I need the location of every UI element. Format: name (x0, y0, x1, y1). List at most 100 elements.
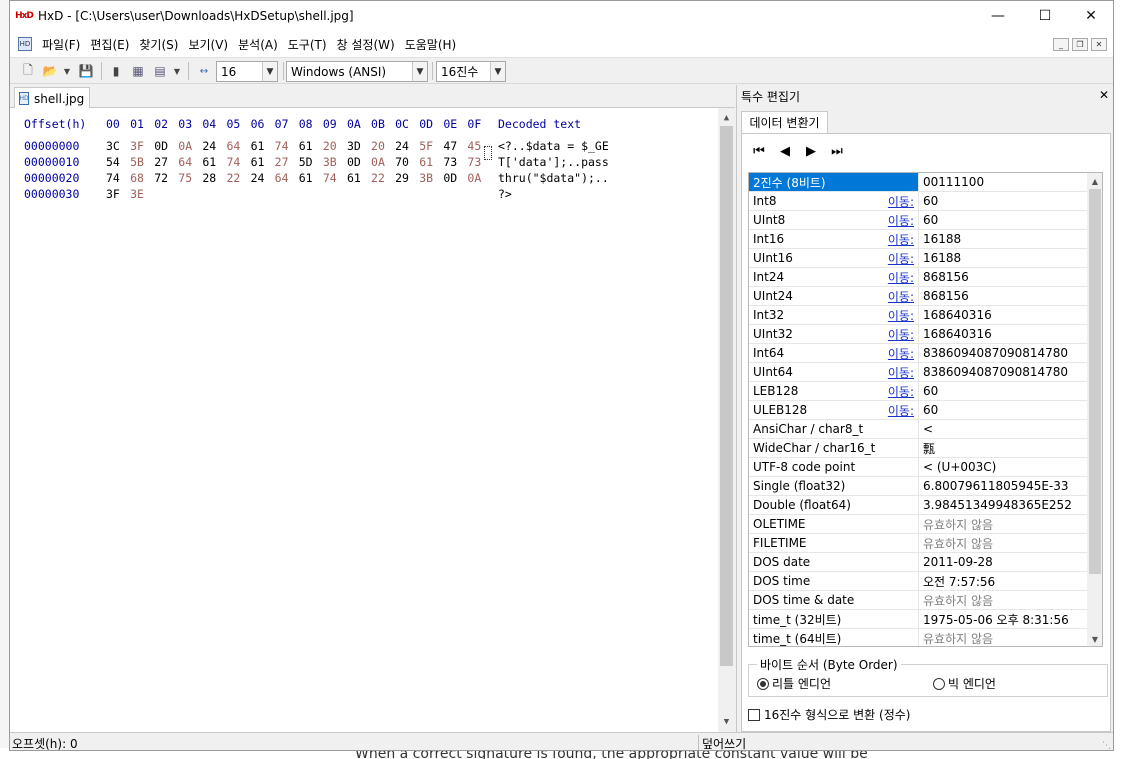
goto-link[interactable]: 이동: (888, 288, 914, 305)
inspector-value[interactable]: 168640316 (919, 306, 992, 324)
hex-byte[interactable]: 24 (251, 171, 275, 185)
chevron-down-icon[interactable]: ▼ (490, 62, 505, 81)
checkbox-icon[interactable] (748, 708, 760, 721)
hex-byte[interactable]: 3D (347, 139, 371, 153)
document-minimize-icon[interactable]: _ (1053, 38, 1069, 51)
scroll-down-icon[interactable]: ▼ (1087, 632, 1102, 646)
inspector-row[interactable]: Double (float64) 3.98451349948365E252 (749, 496, 1087, 515)
inspector-row[interactable]: 2진수 (8비트) 00111100 (749, 173, 1087, 192)
inspector-value[interactable]: < (U+003C) (919, 458, 996, 476)
hex-byte[interactable]: 74 (226, 155, 250, 169)
hex-byte[interactable]: 24 (202, 139, 226, 153)
hex-byte[interactable]: 5D (299, 155, 323, 169)
hex-byte[interactable]: 61 (299, 171, 323, 185)
inspector-value[interactable]: 6.80079611805945E-33 (919, 477, 1069, 495)
decoded-text[interactable]: ?> (498, 187, 512, 201)
goto-link[interactable]: 이동: (888, 250, 914, 267)
hex-byte[interactable]: 74 (106, 171, 130, 185)
document-restore-icon[interactable]: ❐ (1072, 38, 1088, 51)
inspector-value[interactable]: 오전 7:57:56 (919, 572, 995, 590)
radio-unselected-icon[interactable] (933, 677, 945, 690)
menu-edit[interactable]: 편집(E) (90, 36, 129, 53)
inspector-row[interactable]: UInt64 이동: 8386094087090814780 (749, 363, 1087, 382)
inspector-value[interactable]: 60 (919, 382, 938, 400)
first-icon[interactable]: ⏮ (752, 144, 766, 159)
menu-view[interactable]: 보기(V) (188, 36, 228, 53)
hex-byte[interactable]: 47 (443, 139, 467, 153)
hex-byte[interactable]: 22 (226, 171, 250, 185)
inspector-row[interactable]: UInt24 이동: 868156 (749, 287, 1087, 306)
inspector-row[interactable]: WideChar / char16_t 㼼 (749, 439, 1087, 458)
hex-byte[interactable]: 0A (371, 155, 395, 169)
inspector-row[interactable]: OLETIME 유효하지 않음 (749, 515, 1087, 534)
close-button[interactable]: ✕ (1068, 1, 1113, 31)
menu-tools[interactable]: 도구(T) (288, 36, 327, 53)
goto-link[interactable]: 이동: (888, 193, 914, 210)
hex-byte[interactable]: 27 (275, 155, 299, 169)
inspector-row[interactable]: UInt32 이동: 168640316 (749, 325, 1087, 344)
inspector-value[interactable]: 유효하지 않음 (919, 629, 993, 646)
hex-byte[interactable]: 24 (395, 139, 419, 153)
hex-byte[interactable]: 61 (251, 155, 275, 169)
inspector-value[interactable]: 60 (919, 211, 938, 229)
decoded-text[interactable]: T['data'];..pass (498, 155, 609, 169)
scroll-thumb[interactable] (720, 126, 733, 666)
close-icon[interactable]: ✕ (1099, 88, 1109, 102)
hex-row[interactable]: 00000000 3C 3F 0D 0A 24 64 61 74 61 20 3D 20 24 5F 47 45… (24, 139, 609, 155)
inspector-value[interactable]: 㼼 (919, 439, 935, 457)
hex-byte[interactable]: 5F (419, 139, 443, 153)
grid-scrollbar[interactable]: ▲ ▼ (1087, 173, 1102, 646)
last-icon[interactable]: ⏭ (830, 144, 844, 159)
hex-byte[interactable]: 29 (395, 171, 419, 185)
inspector-row[interactable]: LEB128 이동: 60 (749, 382, 1087, 401)
hex-byte[interactable]: 61 (251, 139, 275, 153)
decoded-text[interactable]: thru("$data");.. (498, 171, 609, 185)
goto-link[interactable]: 이동: (888, 326, 914, 343)
inspector-value[interactable]: 16188 (919, 230, 961, 248)
inspector-row[interactable]: UInt8 이동: 60 (749, 211, 1087, 230)
hex-byte[interactable]: 64 (275, 171, 299, 185)
open-file-icon[interactable]: 📂 (40, 61, 60, 81)
open-ram-icon[interactable]: ▤ (150, 61, 170, 81)
hex-byte[interactable]: 3F (130, 139, 154, 153)
hex-byte[interactable]: 3B (323, 155, 347, 169)
goto-link[interactable]: 이동: (888, 212, 914, 229)
big-endian-radio[interactable]: 빅 엔디언 (933, 675, 996, 692)
inspector-row[interactable]: Int32 이동: 168640316 (749, 306, 1087, 325)
new-file-icon[interactable]: 🗋 (18, 61, 38, 81)
hex-row[interactable]: 00000010 54 5B 27 64 61 74 61 27 5D 3B 0D 0A 70 61 73 73… (24, 155, 609, 171)
inspector-value[interactable]: 2011-09-28 (919, 553, 993, 571)
inspector-value[interactable]: 168640316 (919, 325, 992, 343)
hex-byte[interactable]: 75 (178, 171, 202, 185)
next-icon[interactable]: ▶ (804, 144, 818, 159)
inspector-row[interactable]: AnsiChar / char8_t < (749, 420, 1087, 439)
goto-link[interactable]: 이동: (888, 402, 914, 419)
hex-byte[interactable]: 22 (371, 171, 395, 185)
hex-byte[interactable]: 73 (443, 155, 467, 169)
hex-byte[interactable]: 0D (443, 171, 467, 185)
menu-file[interactable]: 파일(F) (42, 36, 80, 53)
inspector-value[interactable]: 16188 (919, 249, 961, 267)
status-mode[interactable]: 덮어쓰기 (702, 735, 746, 750)
hex-byte[interactable]: 68 (130, 171, 154, 185)
scroll-down-icon[interactable]: ▼ (718, 714, 735, 730)
document-close-icon[interactable]: ✕ (1091, 38, 1107, 51)
inspector-row[interactable]: UTF-8 code point < (U+003C) (749, 458, 1087, 477)
inspector-row[interactable]: time_t (64비트) 유효하지 않음 (749, 629, 1087, 646)
hex-row[interactable]: 00000020 74 68 72 75 28 22 24 64 61 74 61 22 29 3B 0D 0A… (24, 171, 609, 187)
hex-byte[interactable]: 61 (347, 171, 371, 185)
goto-link[interactable]: 이동: (888, 364, 914, 381)
goto-link[interactable]: 이동: (888, 307, 914, 324)
open-dropdown-icon[interactable]: ▼ (60, 61, 74, 81)
hex-byte[interactable]: 61 (202, 155, 226, 169)
inspector-row[interactable]: Single (float32) 6.80079611805945E-33 (749, 477, 1087, 496)
goto-link[interactable]: 이동: (888, 231, 914, 248)
hex-byte[interactable]: 3E (130, 187, 154, 201)
title-bar[interactable]: HxD HxD - [C:\Users\user\Downloads\HxDSe… (10, 1, 1113, 31)
maximize-button[interactable]: ☐ (1022, 1, 1068, 31)
inspector-value[interactable]: 868156 (919, 287, 969, 305)
hex-byte[interactable]: 74 (275, 139, 299, 153)
inspector-value[interactable]: 8386094087090814780 (919, 344, 1068, 362)
ram-dropdown-icon[interactable]: ▼ (170, 61, 184, 81)
scroll-thumb[interactable] (1089, 189, 1101, 574)
